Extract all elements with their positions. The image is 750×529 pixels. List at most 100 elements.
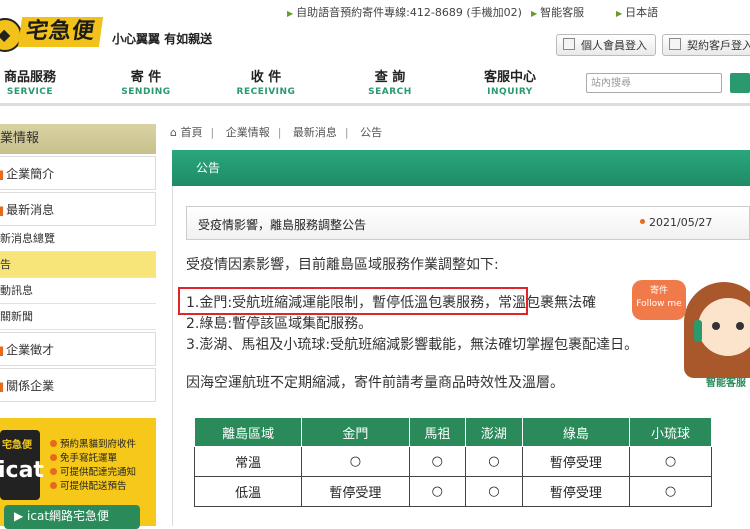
nav-sending-en: SENDING xyxy=(121,87,171,97)
bubble-line-2: Follow me xyxy=(636,299,682,309)
date-dot-icon xyxy=(640,219,645,224)
japanese-text: 日本語 xyxy=(625,6,659,19)
nav-service[interactable]: 商品服務 SERVICE xyxy=(0,66,70,97)
icat-feature: 可提供配達完通知 xyxy=(50,464,136,478)
bullet-icon xyxy=(50,440,57,447)
breadcrumb-corporate[interactable]: 企業情報 xyxy=(226,126,270,139)
post-date: 2021/05/27 xyxy=(640,216,712,229)
table-cell: 低溫 xyxy=(193,476,303,507)
brand-logo[interactable]: 宅急便 xyxy=(17,17,104,47)
breadcrumb: ⌂ 首頁 | 企業情報 | 最新消息 | 公告 xyxy=(170,126,383,139)
breadcrumb-home[interactable]: 首頁 xyxy=(180,126,202,139)
table-cell: ○ xyxy=(465,446,523,477)
post-item-2: 2.綠島:暫停該區域集配服務。 xyxy=(186,316,373,332)
contract-icon xyxy=(669,38,681,50)
table-row: 常溫 ○ ○ ○ 暫停受理 ○ xyxy=(193,446,712,477)
sidebar-item-company-profile[interactable]: ▌企業簡介 xyxy=(0,156,156,190)
phone-link[interactable]: ▶ 自助語音預約寄件專線:412-8689 (手機加02) xyxy=(287,4,522,20)
smart-service-label[interactable]: 智能客服 xyxy=(706,374,746,389)
mascot-eye xyxy=(736,322,744,330)
highlight-box xyxy=(178,287,528,315)
table-cell: ○ xyxy=(408,476,467,507)
breadcrumb-announcement: 公告 xyxy=(360,126,383,139)
sidebar-item-press[interactable]: 關新聞 xyxy=(0,304,156,330)
headset-icon xyxy=(694,320,702,342)
sidebar-item-careers[interactable]: ▌企業徵才 xyxy=(0,332,156,366)
table-header: 小琉球 xyxy=(629,417,712,447)
post-note: 因海空運航班不定期縮減，寄件前請考量商品時效性及溫層。 xyxy=(186,375,564,391)
nav-receiving[interactable]: 收 件 RECEIVING xyxy=(226,66,306,97)
contract-login-label: 契約客戶登入 xyxy=(687,39,750,52)
table-cell: 常溫 xyxy=(193,446,303,477)
brand-slogan: 小心翼翼 有如親送 xyxy=(112,32,213,46)
nav-inquiry-en: INQUIRY xyxy=(487,87,533,97)
mascot-eye xyxy=(712,322,720,330)
sidebar-item-label: 關係企業 xyxy=(6,379,55,393)
sidebar-header: 業情報 xyxy=(0,124,156,154)
bullet-icon xyxy=(50,454,57,461)
table-header: 綠島 xyxy=(521,417,631,447)
table-cell: ○ xyxy=(629,476,712,507)
nav-inquiry[interactable]: 客服中心 INQUIRY xyxy=(470,66,550,97)
nav-receiving-en: RECEIVING xyxy=(236,87,296,97)
table-header: 馬祖 xyxy=(408,417,467,447)
icat-feature: 預約黑貓到府收件 xyxy=(50,436,136,450)
nav-inquiry-zh: 客服中心 xyxy=(483,70,536,85)
service-table: 離島區域 金門 馬祖 澎湖 綠島 小琉球 常溫 ○ ○ ○ 暫停受理 ○ 低溫 … xyxy=(193,417,712,507)
post-item-3: 3.澎湖、馬祖及小琉球:受航班縮減影響載能，無法確切掌握包裹配達日。 xyxy=(186,337,639,353)
nav-divider xyxy=(0,103,750,106)
member-login-button[interactable]: 個人會員登入 xyxy=(556,34,656,56)
search-icon[interactable] xyxy=(730,73,750,93)
member-icon xyxy=(563,38,575,50)
bubble-line-1: 寄件 xyxy=(649,286,668,296)
icat-web-label: icat網路宅急便 xyxy=(27,509,110,523)
sidebar-item-label: 最新消息 xyxy=(6,203,55,217)
nav-search-en: SEARCH xyxy=(368,87,412,97)
icat-web-button[interactable]: ▶ icat網路宅急便 xyxy=(4,505,140,529)
sidebar-item-label: 關新聞 xyxy=(0,310,33,323)
sidebar-item-affiliates[interactable]: ▌關係企業 xyxy=(0,368,156,402)
table-row: 低溫 暫停受理 ○ ○ 暫停受理 ○ xyxy=(193,476,712,507)
japanese-link[interactable]: ▶ 日本語 xyxy=(616,4,658,20)
smart-service-text: 智能客服 xyxy=(540,6,585,19)
nav-receiving-zh: 收 件 xyxy=(250,70,282,85)
sidebar-item-label: 企業簡介 xyxy=(6,167,55,181)
nav-service-zh: 商品服務 xyxy=(3,70,56,85)
site-search-input[interactable]: 站內搜尋 xyxy=(586,73,722,93)
nav-sending-zh: 寄 件 xyxy=(130,70,162,85)
home-icon: ⌂ xyxy=(170,126,177,139)
nav-search[interactable]: 查 詢 SEARCH xyxy=(350,66,430,97)
post-date-text: 2021/05/27 xyxy=(649,216,713,229)
table-cell: ○ xyxy=(301,446,410,477)
table-header-row: 離島區域 金門 馬祖 澎湖 綠島 小琉球 xyxy=(193,417,712,447)
bullet-icon xyxy=(50,468,57,475)
nav-service-en: SERVICE xyxy=(6,87,54,97)
sidebar-item-news[interactable]: ▌最新消息 xyxy=(0,192,156,226)
panel-header: 公告 xyxy=(172,150,750,186)
smart-service-link[interactable]: ▶ 智能客服 xyxy=(531,4,584,20)
sidebar-item-announcement[interactable]: 告 xyxy=(0,252,156,278)
contract-login-button[interactable]: 契約客戶登入 xyxy=(662,34,750,56)
bullet-icon xyxy=(50,482,57,489)
sidebar-item-events[interactable]: 動訊息 xyxy=(0,278,156,304)
table-cell: 暫停受理 xyxy=(521,476,631,507)
icat-logo: 宅急便 icat xyxy=(0,430,44,500)
sidebar-item-label: 新消息總覽 xyxy=(0,232,55,245)
breadcrumb-news[interactable]: 最新消息 xyxy=(293,126,337,139)
post-intro: 受疫情因素影響，目前離島區域服務作業調整如下: xyxy=(186,257,499,273)
icat-feature: 可提供配送預告 xyxy=(50,478,127,492)
sidebar-item-news-overview[interactable]: 新消息總覽 xyxy=(0,226,156,252)
nav-sending[interactable]: 寄 件 SENDING xyxy=(106,66,186,97)
post-title: 受疫情影響，離島服務調整公告 xyxy=(198,218,367,232)
triangle-icon: ▶ xyxy=(531,9,538,18)
follow-me-bubble[interactable]: 寄件 Follow me xyxy=(632,280,686,320)
triangle-icon: ▶ xyxy=(287,9,294,18)
top-utility-bar: ▶ 自助語音預約寄件專線:412-8689 (手機加02) ▶ 智能客服 ▶ 日本語 xyxy=(0,0,750,24)
table-header: 金門 xyxy=(301,417,410,447)
icat-feature: 免手寫託運單 xyxy=(50,450,117,464)
table-cell: ○ xyxy=(629,446,712,477)
table-cell: 暫停受理 xyxy=(521,446,631,477)
icat-logo-small: 宅急便 xyxy=(2,440,32,451)
triangle-icon: ▶ xyxy=(616,9,623,18)
phone-text: 自助語音預約寄件專線:412-8689 (手機加02) xyxy=(296,6,522,19)
